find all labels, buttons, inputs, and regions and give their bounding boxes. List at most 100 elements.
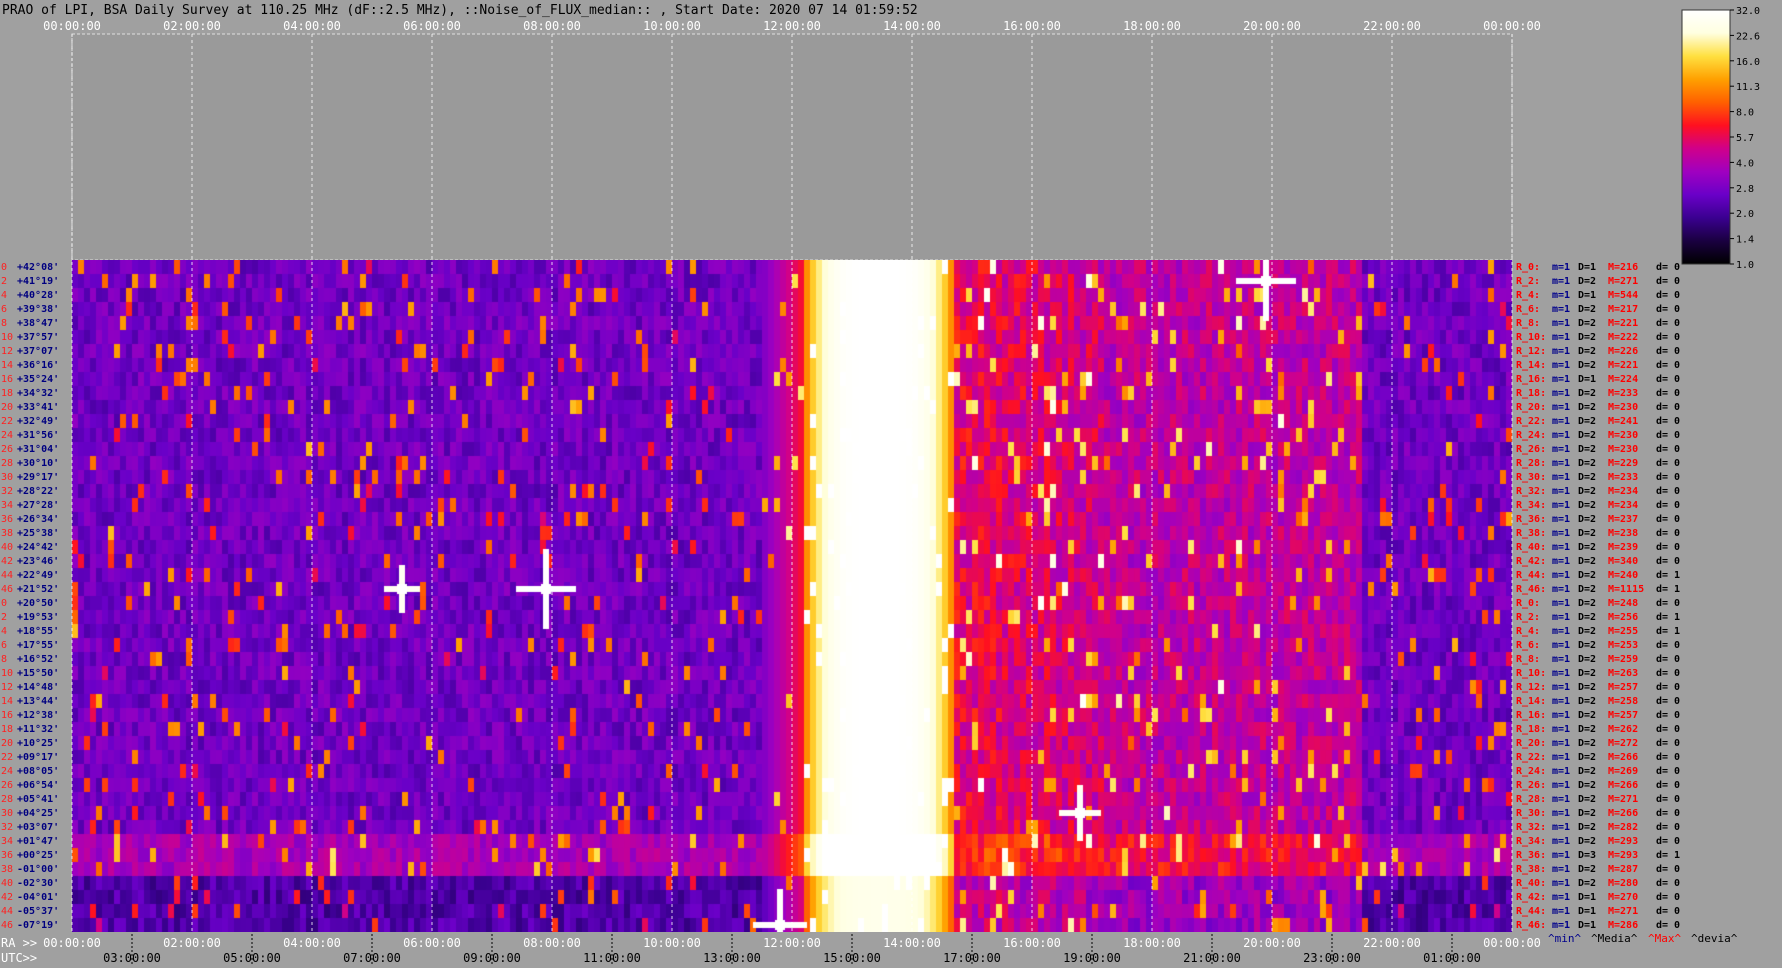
declination-label: -05°37' [17, 906, 59, 917]
stat-M: M=282 [1608, 822, 1638, 833]
stat-D: D=1 [1578, 920, 1596, 931]
stat-m: m=1 [1552, 696, 1570, 707]
row-index: 8 [1, 318, 7, 329]
stat-M: M=217 [1608, 304, 1638, 315]
stat-r: R_42: [1516, 892, 1546, 903]
stat-r: R_6: [1516, 304, 1540, 315]
stat-m: m=1 [1552, 668, 1570, 679]
colorbar-tick-label: 5.7 [1736, 133, 1754, 144]
row-index: 12 [1, 346, 13, 357]
stat-d: d= 0 [1656, 472, 1680, 483]
row-index: 28 [1, 794, 13, 805]
stat-d: d= 0 [1656, 346, 1680, 357]
stat-D: D=2 [1578, 738, 1596, 749]
row-index: 14 [1, 360, 13, 371]
stats-footer-label: ^min^ [1548, 932, 1581, 945]
stat-d: d= 0 [1656, 598, 1680, 609]
stat-M: M=234 [1608, 500, 1638, 511]
declination-label: +39°38' [17, 304, 59, 315]
stat-M: M=271 [1608, 276, 1638, 287]
stat-m: m=1 [1552, 752, 1570, 763]
declination-label: +16°52' [17, 654, 59, 665]
stat-d: d= 0 [1656, 430, 1680, 441]
stat-d: d= 1 [1656, 850, 1680, 861]
stat-r: R_46: [1516, 920, 1546, 931]
stat-D: D=2 [1578, 710, 1596, 721]
declination-label: +06°54' [17, 780, 59, 791]
stat-M: M=270 [1608, 892, 1638, 903]
declination-label: +11°32' [17, 724, 59, 735]
stat-r: R_30: [1516, 808, 1546, 819]
stat-M: M=226 [1608, 346, 1638, 357]
stat-m: m=1 [1552, 332, 1570, 343]
stat-M: M=221 [1608, 360, 1638, 371]
stat-D: D=2 [1578, 486, 1596, 497]
stat-r: R_40: [1516, 878, 1546, 889]
stat-m: m=1 [1552, 514, 1570, 525]
colorbar-tick-label: 22.6 [1736, 31, 1760, 42]
declination-label: +05°41' [17, 794, 59, 805]
stat-d: d= 0 [1656, 836, 1680, 847]
stat-d: d= 0 [1656, 696, 1680, 707]
ra-tick-label: 10:00:00 [643, 936, 701, 950]
top-tick-label: 02:00:00 [163, 19, 221, 33]
stat-d: d= 0 [1656, 822, 1680, 833]
ra-tick-label: 12:00:00 [763, 936, 821, 950]
ra-tick-label: 00:00:00 [1483, 936, 1541, 950]
stat-m: m=1 [1552, 766, 1570, 777]
stat-D: D=2 [1578, 402, 1596, 413]
stat-M: M=257 [1608, 682, 1638, 693]
stat-r: R_28: [1516, 794, 1546, 805]
stat-M: M=257 [1608, 710, 1638, 721]
stat-d: d= 0 [1656, 318, 1680, 329]
row-index: 40 [1, 542, 13, 553]
stat-m: m=1 [1552, 304, 1570, 315]
stat-d: d= 0 [1656, 444, 1680, 455]
colorbar-tick-label: 1.0 [1736, 260, 1754, 271]
stat-M: M=293 [1608, 850, 1638, 861]
stat-d: d= 0 [1656, 752, 1680, 763]
stat-d: d= 0 [1656, 654, 1680, 665]
stat-r: R_26: [1516, 780, 1546, 791]
declination-label: +37°07' [17, 346, 59, 357]
stat-m: m=1 [1552, 542, 1570, 553]
top-tick-label: 14:00:00 [883, 19, 941, 33]
chart-title: PRAO of LPI, BSA Daily Survey at 110.25 … [2, 3, 918, 18]
stat-D: D=2 [1578, 388, 1596, 399]
stat-M: M=229 [1608, 458, 1638, 469]
stat-r: R_22: [1516, 416, 1546, 427]
stat-m: m=1 [1552, 808, 1570, 819]
row-index: 26 [1, 444, 13, 455]
declination-label: +15°50' [17, 668, 59, 679]
stat-M: M=233 [1608, 388, 1638, 399]
stat-M: M=286 [1608, 920, 1638, 931]
declination-label: +00°25' [17, 850, 59, 861]
stat-m: m=1 [1552, 724, 1570, 735]
stat-D: D=2 [1578, 668, 1596, 679]
declination-label: +10°25' [17, 738, 59, 749]
row-index: 26 [1, 780, 13, 791]
stat-D: D=2 [1578, 654, 1596, 665]
utc-tick-label: 01:00:00 [1423, 951, 1481, 965]
row-index: 32 [1, 486, 13, 497]
top-tick-label: 20:00:00 [1243, 19, 1301, 33]
row-index: 46 [1, 584, 13, 595]
utc-tick-label: 23:00:00 [1303, 951, 1361, 965]
stat-M: M=233 [1608, 472, 1638, 483]
stat-r: R_24: [1516, 766, 1546, 777]
stat-D: D=2 [1578, 332, 1596, 343]
stat-m: m=1 [1552, 780, 1570, 791]
stat-M: M=230 [1608, 444, 1638, 455]
utc-tick-label: 15:00:00 [823, 951, 881, 965]
declination-label: -02°30' [17, 878, 59, 889]
stat-d: d= 0 [1656, 724, 1680, 735]
utc-tick-label: 09:00:00 [463, 951, 521, 965]
stat-r: R_4: [1516, 290, 1540, 301]
stat-r: R_32: [1516, 486, 1546, 497]
ra-tick-label: 00:00:00 [43, 936, 101, 950]
stat-r: R_14: [1516, 360, 1546, 371]
stat-D: D=2 [1578, 794, 1596, 805]
stat-r: R_8: [1516, 654, 1540, 665]
stat-r: R_12: [1516, 682, 1546, 693]
stat-D: D=2 [1578, 514, 1596, 525]
